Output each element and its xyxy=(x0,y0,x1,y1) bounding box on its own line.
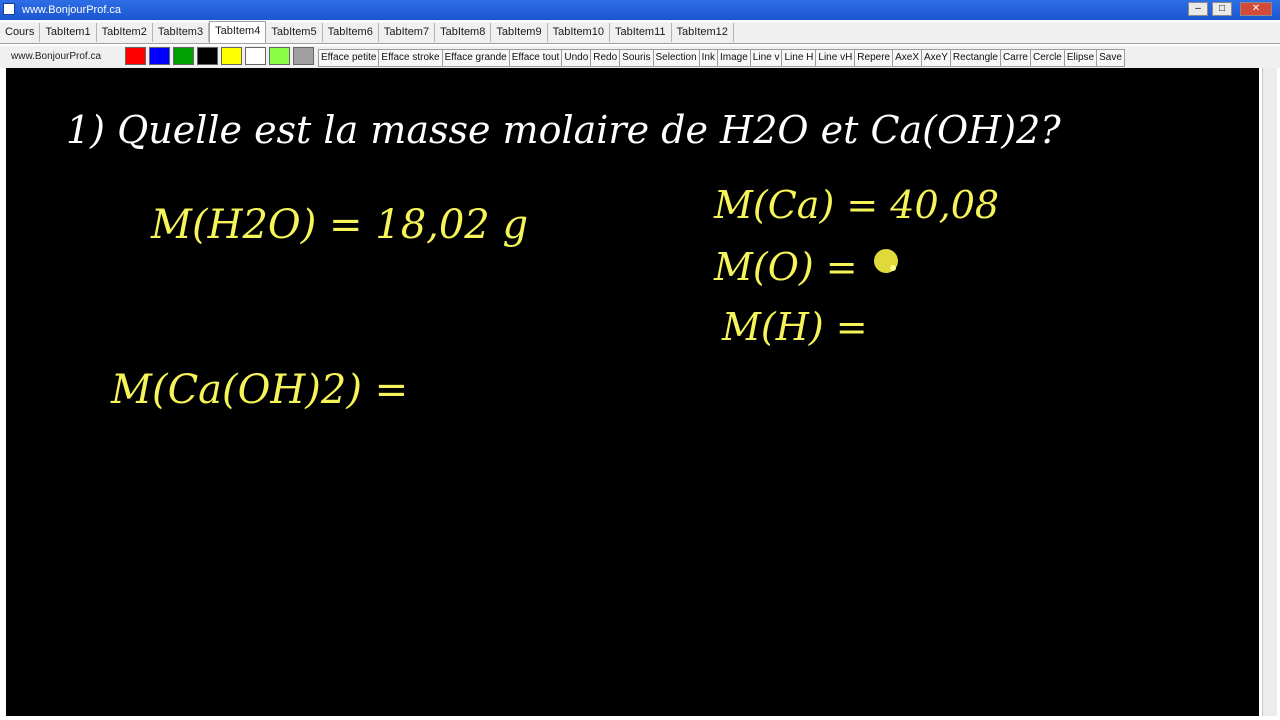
tab-tabitem6[interactable]: TabItem6 xyxy=(323,23,379,42)
tab-tabitem1[interactable]: TabItem1 xyxy=(40,23,97,42)
color-swatch[interactable] xyxy=(221,47,242,65)
tool-rectangle-button[interactable]: Rectangle xyxy=(950,49,1001,67)
tool-undo-button[interactable]: Undo xyxy=(562,49,592,67)
tab-tabitem12[interactable]: TabItem12 xyxy=(672,23,734,42)
tool-line-vh-button[interactable]: Line vH xyxy=(816,49,856,67)
color-swatch[interactable] xyxy=(197,47,218,65)
tool-cercle-button[interactable]: Cercle xyxy=(1030,49,1065,67)
molar-mass-caoh2: M(Ca(OH)2) = xyxy=(110,367,408,413)
tab-tabitem5[interactable]: TabItem5 xyxy=(266,23,323,42)
tab-tabitem7[interactable]: TabItem7 xyxy=(379,23,436,42)
tool-selection-button[interactable]: Selection xyxy=(653,49,700,67)
color-swatch[interactable] xyxy=(269,47,290,65)
tool-carre-button[interactable]: Carre xyxy=(1000,49,1031,67)
tool-redo-button[interactable]: Redo xyxy=(591,49,621,67)
tab-tabitem11[interactable]: TabItem11 xyxy=(610,23,672,42)
tab-bar: Cours TabItem1 TabItem2 TabItem3 TabItem4 Tab… xyxy=(0,21,1280,44)
tool-axex-button[interactable]: AxeX xyxy=(893,49,923,67)
title-bar: www.BonjourProf.ca – □ ✕ xyxy=(0,0,1280,20)
tab-tabitem3[interactable]: TabItem3 xyxy=(153,23,210,42)
color-swatch[interactable] xyxy=(173,47,194,65)
drawing-board[interactable]: 1) Quelle est la masse molaire de H2O et… xyxy=(6,68,1259,716)
tool-line-v-button[interactable]: Line v xyxy=(750,49,783,67)
tool-line-h-button[interactable]: Line H xyxy=(782,49,817,67)
tool-axey-button[interactable]: AxeY xyxy=(922,49,951,67)
close-button[interactable]: ✕ xyxy=(1240,2,1272,16)
tool-ink-button[interactable]: Ink xyxy=(699,49,718,67)
molar-mass-o: M(O) = xyxy=(713,245,858,289)
tool-elipse-button[interactable]: Elipse xyxy=(1064,49,1098,67)
window-title: www.BonjourProf.ca xyxy=(22,4,122,16)
tool-image-button[interactable]: Image xyxy=(718,49,751,67)
tool-efface-tout-button[interactable]: Efface tout xyxy=(509,49,563,67)
vertical-scrollbar[interactable] xyxy=(1262,68,1277,716)
tool-buttons: Efface petite Efface stroke Efface grande E… xyxy=(318,49,1125,67)
maximize-button[interactable]: □ xyxy=(1212,2,1232,16)
tool-repere-button[interactable]: Repere xyxy=(855,49,894,67)
minimize-button[interactable]: – xyxy=(1188,2,1208,16)
color-swatch[interactable] xyxy=(293,47,314,65)
molar-mass-ca: M(Ca) = 40,08 xyxy=(713,183,999,227)
tab-tabitem10[interactable]: TabItem10 xyxy=(548,23,610,42)
color-swatch[interactable] xyxy=(125,47,146,65)
site-link[interactable]: www.BonjourProf.ca xyxy=(11,51,101,62)
tool-souris-button[interactable]: Souris xyxy=(620,49,654,67)
tool-efface-petite-button[interactable]: Efface petite xyxy=(318,49,380,67)
tab-tabitem4[interactable]: TabItem4 xyxy=(209,21,267,43)
molar-mass-h2o: M(H2O) = 18,02 g xyxy=(150,202,528,248)
pen-tip-icon xyxy=(890,265,896,271)
molar-mass-h: M(H) = xyxy=(721,305,868,349)
tab-tabitem9[interactable]: TabItem9 xyxy=(491,23,548,42)
app-icon xyxy=(3,3,15,15)
tool-efface-stroke-button[interactable]: Efface stroke xyxy=(379,49,443,67)
tab-tabitem2[interactable]: TabItem2 xyxy=(97,23,153,42)
color-swatch[interactable] xyxy=(149,47,170,65)
color-swatch[interactable] xyxy=(245,47,266,65)
color-palette xyxy=(125,47,317,67)
tab-tabitem8[interactable]: TabItem8 xyxy=(435,23,492,42)
question-text: 1) Quelle est la masse molaire de H2O et… xyxy=(66,108,1061,152)
tool-efface-grande-button[interactable]: Efface grande xyxy=(442,49,510,67)
tool-save-button[interactable]: Save xyxy=(1097,49,1125,67)
tab-cours[interactable]: Cours xyxy=(0,23,41,42)
